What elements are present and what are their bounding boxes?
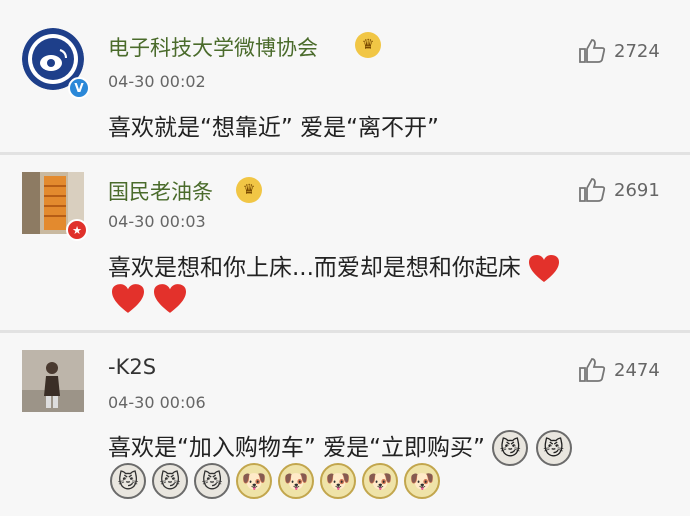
comment-item: V 电子科技大学微博协会 ♛ 04-30 00:02 2724 喜欢就是“想靠近… <box>0 0 690 152</box>
comment-text: 喜欢是想和你上床...而爱却是想和你起床 <box>108 255 521 281</box>
comment-time: 04-30 00:02 <box>108 72 206 91</box>
emoji-row: 😼 😼 😼 🐶 🐶 🐶 🐶 🐶 <box>110 463 440 499</box>
comment-text-line: 喜欢是“加入购物车” 爱是“立即购买” 😼 😼 <box>108 428 572 466</box>
like-count: 2474 <box>614 359 660 381</box>
comment-text-line: 喜欢是想和你上床...而爱却是想和你起床 <box>108 248 560 284</box>
doge-face-icon: 🐶 <box>278 463 314 499</box>
thumbs-up-icon <box>579 358 606 382</box>
thumbs-up-icon <box>579 39 606 63</box>
avatar[interactable] <box>22 350 84 412</box>
like-button[interactable]: 2691 <box>578 177 660 203</box>
doge-face-icon: 🐶 <box>236 463 272 499</box>
heart-icon <box>112 284 144 313</box>
thumbs-up-icon <box>579 178 606 202</box>
verified-icon: V <box>68 77 90 99</box>
heart-icon <box>154 284 186 313</box>
like-button[interactable]: 2474 <box>578 357 660 383</box>
author-name[interactable]: -K2S <box>108 355 156 379</box>
like-count: 2691 <box>614 179 660 201</box>
cat-face-icon: 😼 <box>194 463 230 499</box>
cat-face-icon: 😼 <box>535 430 572 466</box>
badge-icon: ★ <box>66 219 88 241</box>
doge-face-icon: 🐶 <box>320 463 356 499</box>
comment-item: -K2S 04-30 00:06 2474 喜欢是“加入购物车” 爱是“立即购买… <box>0 333 690 516</box>
comment-text: 喜欢是“加入购物车” 爱是“立即购买” <box>108 435 485 461</box>
comment-time: 04-30 00:03 <box>108 212 206 231</box>
crown-icon: ♛ <box>236 177 262 203</box>
comment-item: ★ 国民老油条 ♛ 04-30 00:03 2691 喜欢是想和你上床...而爱… <box>0 155 690 330</box>
comment-list: V 电子科技大学微博协会 ♛ 04-30 00:02 2724 喜欢就是“想靠近… <box>0 0 690 516</box>
crown-icon: ♛ <box>355 32 381 58</box>
doge-face-icon: 🐶 <box>362 463 398 499</box>
cat-face-icon: 😼 <box>110 463 146 499</box>
comment-time: 04-30 00:06 <box>108 393 206 412</box>
cat-face-icon: 😼 <box>152 463 188 499</box>
heart-icon <box>529 254 560 282</box>
comment-text: 喜欢就是“想靠近” 爱是“离不开” <box>108 115 439 141</box>
author-name[interactable]: 国民老油条 <box>108 176 213 206</box>
author-name[interactable]: 电子科技大学微博协会 <box>108 32 318 62</box>
like-button[interactable]: 2724 <box>578 38 660 64</box>
like-count: 2724 <box>614 40 660 62</box>
emoji-row <box>110 283 188 315</box>
doge-face-icon: 🐶 <box>404 463 440 499</box>
cat-face-icon: 😼 <box>492 430 529 466</box>
